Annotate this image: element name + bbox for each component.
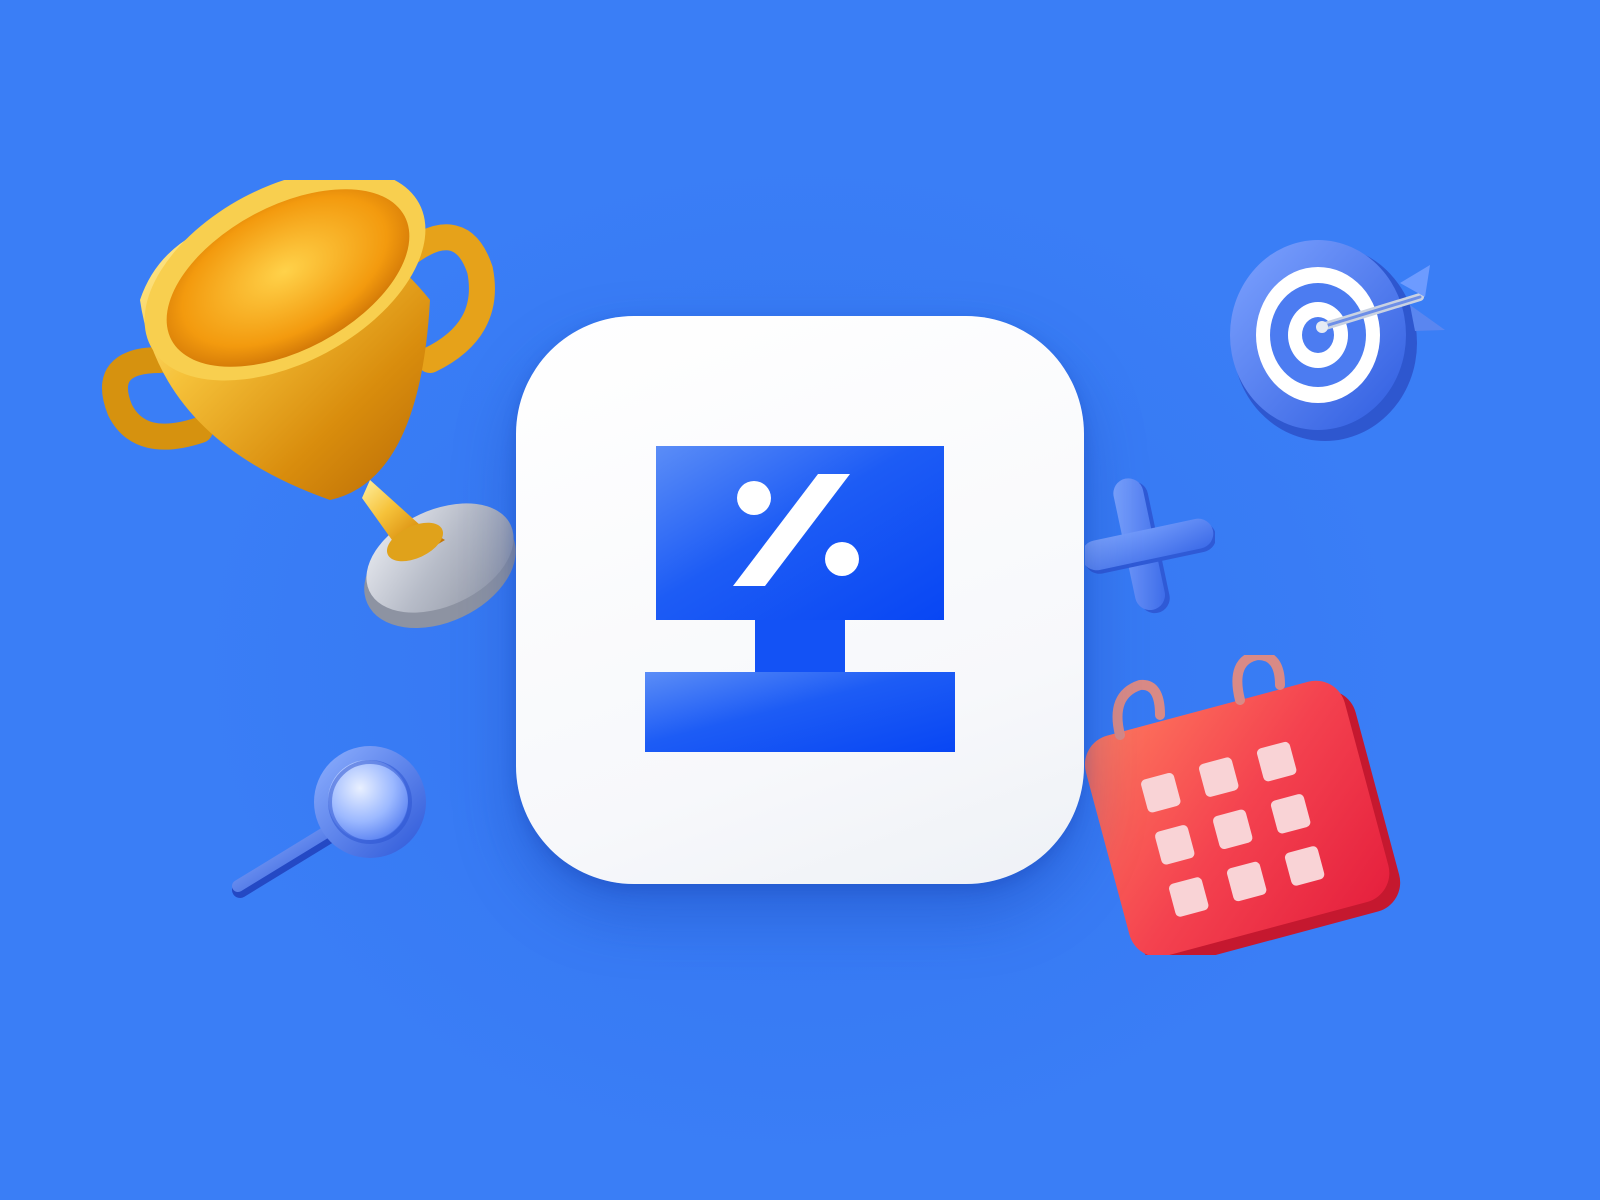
multiply-icon bbox=[1085, 475, 1215, 620]
magnifier-icon bbox=[220, 740, 440, 910]
app-logo-icon bbox=[645, 446, 955, 752]
app-icon-card bbox=[516, 316, 1084, 884]
trophy-icon bbox=[100, 180, 530, 650]
illustration-scene bbox=[0, 0, 1600, 1200]
calendar-icon bbox=[1080, 655, 1420, 955]
target-icon bbox=[1210, 235, 1470, 445]
